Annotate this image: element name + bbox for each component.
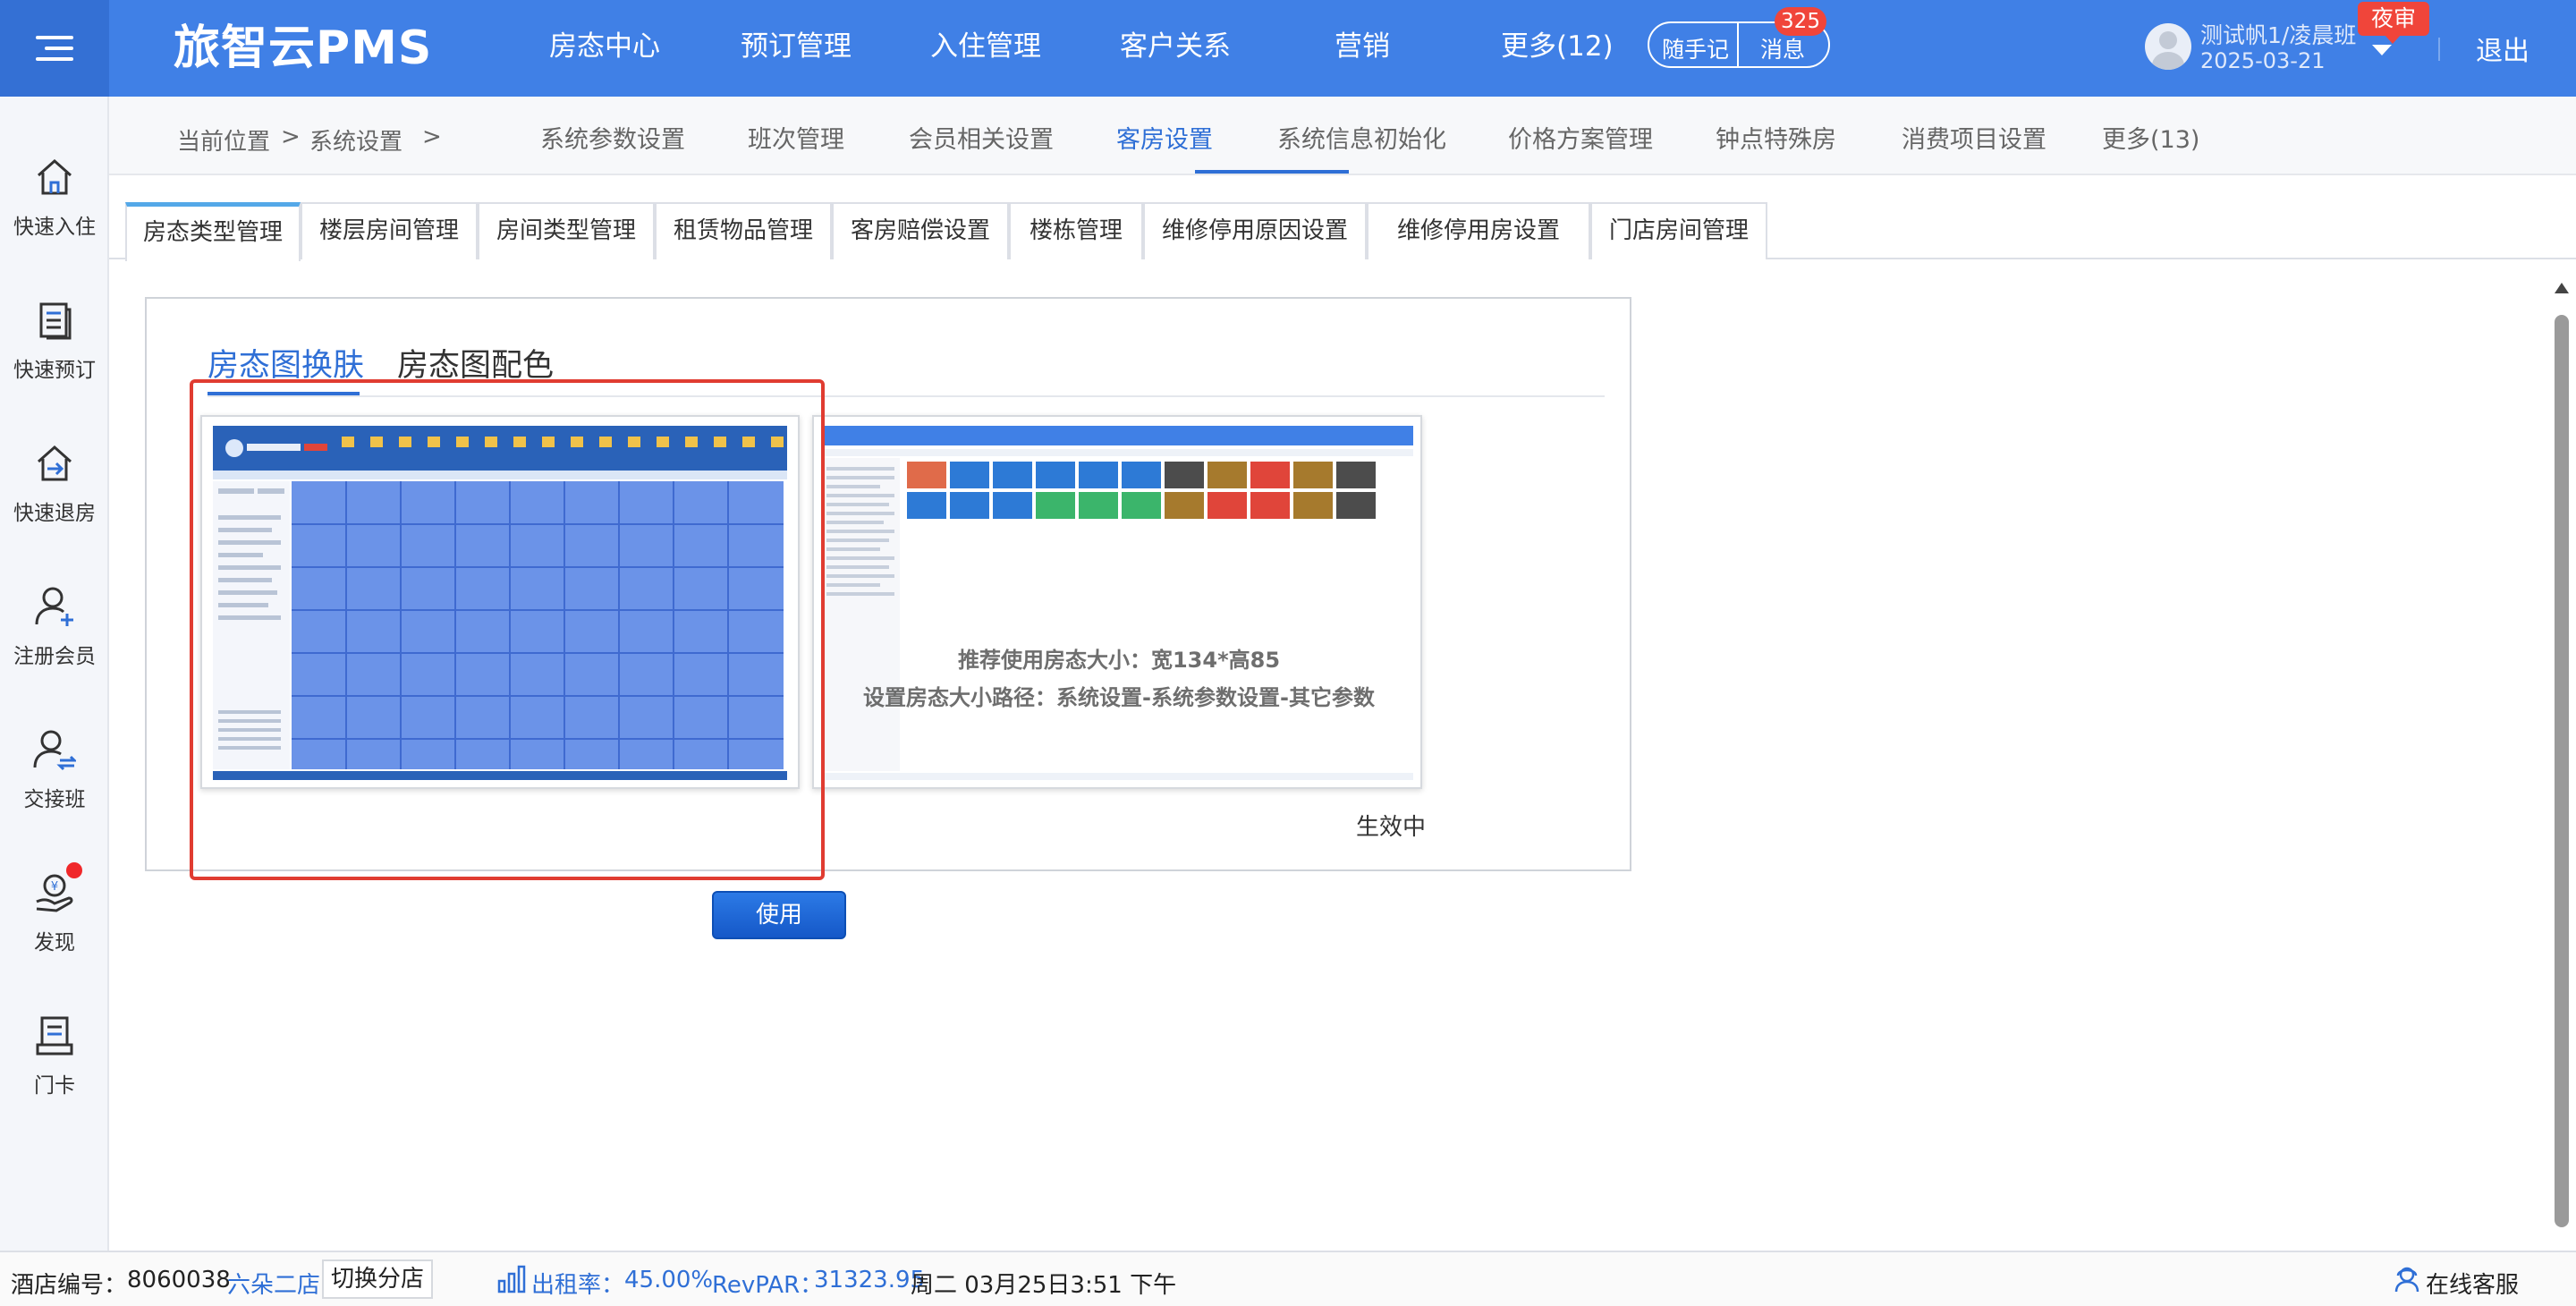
skin-preview-modern[interactable]: 推荐使用房态大小：宽134*高85 设置房态大小路径：系统设置-系统参数设置-其… xyxy=(812,415,1422,789)
sidebar-item-register-member[interactable]: 注册会员 xyxy=(0,585,109,719)
tab-buildings[interactable]: 楼栋管理 xyxy=(1009,202,1143,259)
settings-nav-rooms[interactable]: 客房设置 xyxy=(1116,120,1213,155)
pill-divider xyxy=(1737,23,1739,66)
top-nav-reservations[interactable]: 预订管理 xyxy=(741,27,852,66)
night-audit-badge[interactable]: 夜审 xyxy=(2358,2,2429,44)
hotel-id: 8060038 xyxy=(127,1267,231,1293)
sidebar-item-quick-checkout[interactable]: 快速退房 xyxy=(0,442,109,576)
chevron-down-icon[interactable] xyxy=(2372,45,2392,55)
sidebar-item-label: 交接班 xyxy=(23,788,86,811)
settings-header: 当前位置 > 系统设置 > 系统参数设置 班次管理 会员相关设置 客房设置 系统… xyxy=(109,97,2576,175)
sidebar-item-room-card[interactable]: 门卡 xyxy=(0,1014,109,1149)
home-icon xyxy=(38,158,72,195)
store-name: 六朵二店 xyxy=(227,1272,321,1299)
top-nav-marketing[interactable]: 营销 xyxy=(1335,27,1390,66)
skin-settings-panel: 房态图换肤 房态图配色 推荐使用房态大小：宽134*高85 设置房态大小路径：系… xyxy=(145,297,1631,939)
occupancy-label: 出租率： xyxy=(531,1272,625,1299)
settings-nav-member[interactable]: 会员相关设置 xyxy=(909,120,1054,155)
use-skin-button[interactable]: 使用 xyxy=(712,891,846,939)
app-root: 旅智云PMS 房态中心 预订管理 入住管理 客户关系 营销 更多(12) 随手记… xyxy=(0,0,2576,1306)
tab-maintenance-rooms[interactable]: 维修停用房设置 xyxy=(1367,202,1590,259)
menu-icon xyxy=(36,36,73,39)
tab-store-rooms[interactable]: 门店房间管理 xyxy=(1590,202,1767,259)
top-bar: 旅智云PMS 房态中心 预订管理 入住管理 客户关系 营销 更多(12) 随手记… xyxy=(0,0,2576,97)
sidebar-item-label: 门卡 xyxy=(34,1074,75,1098)
scroll-up-icon[interactable] xyxy=(2555,283,2569,293)
checkout-icon xyxy=(38,445,72,481)
tab-room-status-types[interactable]: 房态类型管理 xyxy=(125,202,301,261)
user-name[interactable]: 测试帆1/凌晨班 xyxy=(2200,18,2356,50)
messages-button[interactable]: 消息 xyxy=(1760,32,1805,64)
tab-rental-items[interactable]: 租赁物品管理 xyxy=(655,202,832,259)
switch-store-button[interactable]: 切换分店 xyxy=(322,1259,433,1299)
bar-chart-icon xyxy=(497,1265,526,1293)
revpar-label: RevPAR： xyxy=(712,1272,824,1299)
sidebar-item-shift-handover[interactable]: 交接班 xyxy=(0,728,109,862)
booking-icon xyxy=(39,302,72,340)
top-nav-room-status[interactable]: 房态中心 xyxy=(549,27,660,66)
menu-icon xyxy=(36,57,73,61)
skin-modern-screenshot xyxy=(814,417,1420,787)
tab-floor-rooms[interactable]: 楼层房间管理 xyxy=(301,202,478,259)
svg-text:¥: ¥ xyxy=(51,880,58,894)
menu-icon xyxy=(45,47,73,50)
sidebar-item-label: 注册会员 xyxy=(13,645,96,668)
avatar[interactable] xyxy=(2145,23,2191,70)
scrollbar[interactable] xyxy=(2553,283,2571,1234)
revpar-value: 31323.95 xyxy=(814,1267,926,1293)
selected-skin-frame: 使用 xyxy=(190,379,846,939)
skin-path-hint: 设置房态大小路径：系统设置-系统参数设置-其它参数 xyxy=(863,685,1375,710)
hotel-id-label: 酒店编号： xyxy=(11,1272,128,1299)
settings-nav-hourly-rooms[interactable]: 钟点特殊房 xyxy=(1716,120,1836,155)
active-nav-indicator xyxy=(1195,170,1349,174)
sidebar-item-label: 发现 xyxy=(34,931,75,954)
sidebar-item-label: 快速预订 xyxy=(13,359,96,382)
scrollbar-thumb[interactable] xyxy=(2555,315,2569,1227)
skin-active-status: 生效中 xyxy=(1356,814,1427,841)
discover-icon: ¥ xyxy=(36,874,73,912)
settings-nav-system-init[interactable]: 系统信息初始化 xyxy=(1277,120,1446,155)
settings-nav-consumption[interactable]: 消费项目设置 xyxy=(1902,120,2046,155)
shift-handover-icon xyxy=(33,730,76,771)
occupancy-rate: 45.00% xyxy=(624,1267,714,1293)
user-add-icon xyxy=(35,587,73,626)
notification-dot xyxy=(66,862,82,878)
settings-nav-price-plans[interactable]: 价格方案管理 xyxy=(1508,120,1653,155)
breadcrumb-prefix: 当前位置 xyxy=(177,129,271,156)
tab-maintenance-reasons[interactable]: 维修停用原因设置 xyxy=(1143,202,1367,259)
settings-nav-shifts[interactable]: 班次管理 xyxy=(748,120,844,155)
business-date: 2025-03-21 xyxy=(2200,48,2326,73)
online-support-link[interactable]: 在线客服 xyxy=(2426,1267,2519,1300)
settings-nav-more[interactable]: 更多(13) xyxy=(2102,120,2199,155)
app-logo: 旅智云PMS xyxy=(174,21,433,75)
sidebar-item-label: 快速退房 xyxy=(13,502,96,525)
memo-button[interactable]: 随手记 xyxy=(1662,32,1729,64)
message-count-badge: 325 xyxy=(1775,7,1826,36)
tab-room-types[interactable]: 房间类型管理 xyxy=(478,202,655,259)
sidebar-item-quick-booking[interactable]: 快速预订 xyxy=(0,299,109,433)
sidebar-item-label: 快速入住 xyxy=(13,216,96,239)
quick-sidebar: 快速入住 快速预订 快速退房 注册会员 交接班 ¥ 发现 门卡 xyxy=(0,97,109,1251)
top-nav-more[interactable]: 更多(12) xyxy=(1501,27,1614,66)
breadcrumb-separator: > xyxy=(281,123,301,150)
status-bar: 酒店编号： 8060038 六朵二店 切换分店 出租率： 45.00% RevP… xyxy=(0,1251,2576,1306)
sidebar-item-discover[interactable]: ¥ 发现 xyxy=(0,862,109,1005)
tab-compensation[interactable]: 客房赔偿设置 xyxy=(832,202,1009,259)
skin-size-hint: 推荐使用房态大小：宽134*高85 xyxy=(957,648,1281,673)
settings-nav-system-params[interactable]: 系统参数设置 xyxy=(540,120,685,155)
sidebar-item-quick-checkin[interactable]: 快速入住 xyxy=(0,156,109,290)
top-nav-checkin[interactable]: 入住管理 xyxy=(930,27,1041,66)
top-nav-crm[interactable]: 客户关系 xyxy=(1120,27,1231,66)
current-datetime: 周二 03月25日3:51 下午 xyxy=(911,1272,1177,1299)
logout-button[interactable]: 退出 xyxy=(2476,29,2529,68)
menu-toggle-button[interactable] xyxy=(0,0,109,97)
breadcrumb-separator: > xyxy=(422,123,442,150)
customer-service-icon xyxy=(2394,1267,2419,1293)
room-settings-tabs: 房态类型管理 楼层房间管理 房间类型管理 租赁物品管理 客房赔偿设置 楼栋管理 … xyxy=(109,175,2576,261)
room-card-icon xyxy=(36,1016,73,1056)
breadcrumb-section[interactable]: 系统设置 xyxy=(309,123,402,157)
header-divider xyxy=(2438,38,2440,61)
